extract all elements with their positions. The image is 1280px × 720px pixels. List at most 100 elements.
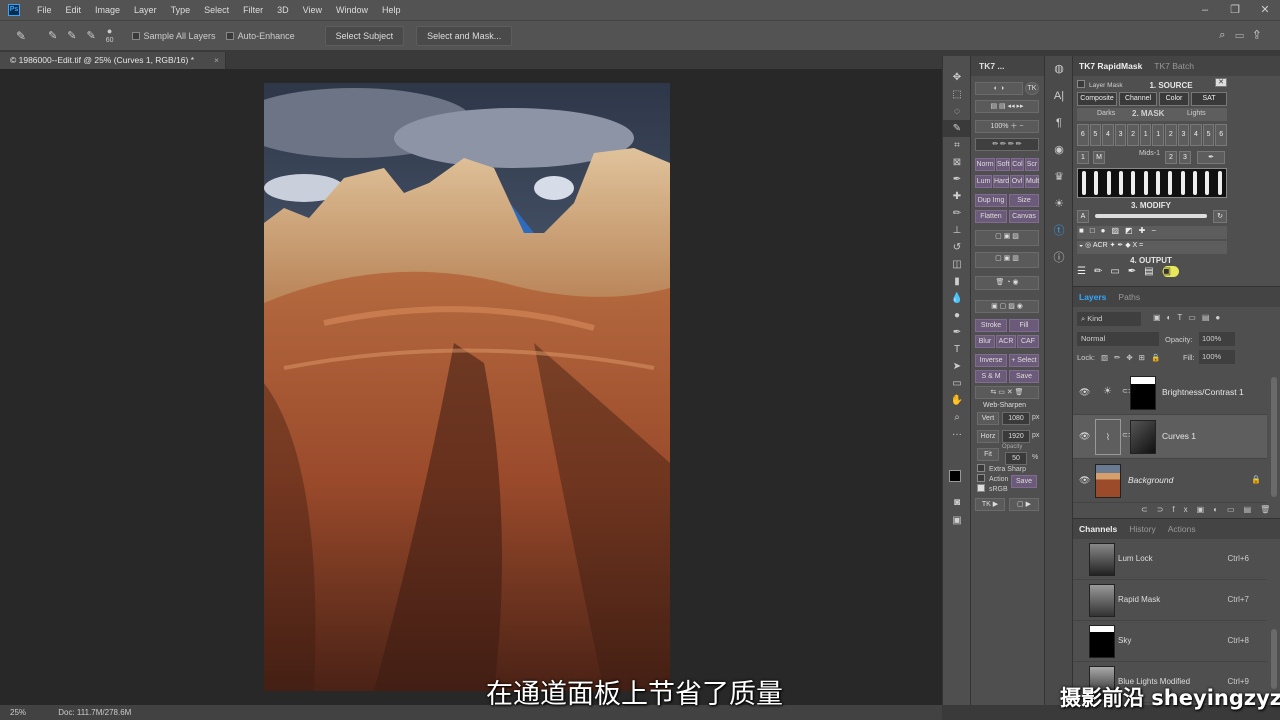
zoom-tool-icon[interactable]: ⌕: [943, 409, 971, 426]
tk-blur-button[interactable]: Blur: [975, 335, 995, 348]
light-4-button[interactable]: 4: [1190, 124, 1202, 146]
lock-icons[interactable]: ▨✏✥⊞🔒: [1101, 353, 1166, 362]
tk-lum-button[interactable]: Lum: [975, 175, 992, 188]
action-checkbox[interactable]: Action: [977, 474, 1008, 483]
dodge-tool-icon[interactable]: ●: [943, 307, 971, 324]
tab-channels[interactable]: Channels: [1073, 524, 1123, 534]
close-source-button[interactable]: ✕: [1215, 78, 1227, 87]
vert-button[interactable]: Vert: [977, 412, 999, 425]
select-subject-button[interactable]: Select Subject: [324, 25, 405, 46]
auto-enhance-checkbox[interactable]: Auto-Enhance: [225, 31, 295, 41]
document-image[interactable]: [264, 83, 670, 691]
brush-size-picker[interactable]: ● 60: [106, 26, 114, 45]
doc-size-info[interactable]: Doc: 111.7M/278.6M: [58, 708, 131, 717]
tk-lock-play-button[interactable]: ▢ ▶: [1009, 498, 1039, 511]
mask-swatch-bar[interactable]: [1077, 168, 1227, 198]
vert-value-field[interactable]: 1080: [1002, 412, 1030, 425]
layer-row[interactable]: 👁 ⌇ ⊂⊃ Curves 1: [1073, 415, 1267, 459]
layer-thumbnail[interactable]: [1095, 464, 1121, 498]
zoom-level[interactable]: 25%: [10, 708, 26, 717]
menu-edit[interactable]: Edit: [59, 5, 89, 15]
eraser-tool-icon[interactable]: ◫: [943, 256, 971, 273]
healing-brush-tool-icon[interactable]: ✚: [943, 188, 971, 205]
tk-small-icons[interactable]: ▣ ▢ ▨ ◉: [975, 300, 1039, 313]
modify-icon-row-2[interactable]: ◒ ◎ ACR ✦ ✒ ◆ X =: [1077, 241, 1227, 254]
move-tool-icon[interactable]: ✥: [943, 69, 971, 86]
web-sharpen-save-button[interactable]: Save: [1011, 475, 1037, 488]
menu-view[interactable]: View: [296, 5, 329, 15]
modify-a-button[interactable]: A: [1077, 210, 1089, 223]
menu-window[interactable]: Window: [329, 5, 375, 15]
rectangle-tool-icon[interactable]: ▭: [943, 375, 971, 392]
tk-save-button[interactable]: Save: [1009, 370, 1039, 383]
blur-tool-icon[interactable]: 💧: [943, 290, 971, 307]
hand-tool-icon[interactable]: ✋: [943, 392, 971, 409]
tk-inverse-button[interactable]: Inverse: [975, 354, 1007, 367]
channels-scrollbar[interactable]: [1271, 629, 1277, 689]
modify-icon-row[interactable]: ■□●▨◩✚−: [1077, 226, 1227, 239]
tk-scr-button[interactable]: Scr: [1025, 158, 1039, 171]
brush-settings-icon[interactable]: ♛: [1045, 164, 1073, 191]
sun-icon[interactable]: ☀: [1045, 191, 1073, 218]
mid-1-button[interactable]: 1: [1077, 151, 1089, 164]
brush-tool-icon[interactable]: ✏: [943, 205, 971, 222]
source-composite-button[interactable]: Composite: [1077, 92, 1117, 106]
light-6-button[interactable]: 6: [1215, 124, 1227, 146]
tk-acr-button[interactable]: ACR: [996, 335, 1016, 348]
layer-mask-thumbnail[interactable]: [1130, 376, 1156, 410]
swatches-icon[interactable]: ◉: [1045, 137, 1073, 164]
new-selection-icon[interactable]: ✎: [48, 29, 57, 42]
maximize-button[interactable]: ❐: [1220, 0, 1250, 20]
tk-ovl-button[interactable]: Ovl: [1010, 175, 1024, 188]
quick-mask-icon[interactable]: ◙: [943, 494, 971, 511]
clone-stamp-tool-icon[interactable]: ⊥: [943, 222, 971, 239]
light-2-button[interactable]: 2: [1165, 124, 1177, 146]
document-tab[interactable]: © 1986000--Edit.tif @ 25% (Curves 1, RGB…: [0, 52, 226, 69]
minimize-button[interactable]: –: [1190, 0, 1220, 20]
search-icon[interactable]: ⌕: [1219, 29, 1235, 41]
lasso-tool-icon[interactable]: ◌: [943, 103, 971, 120]
tk-size-button[interactable]: Size: [1009, 194, 1039, 207]
tab-history[interactable]: History: [1123, 524, 1161, 534]
menu-select[interactable]: Select: [197, 5, 236, 15]
darks-label[interactable]: Darks: [1097, 110, 1115, 117]
tab-paths[interactable]: Paths: [1112, 292, 1146, 302]
paragraph-icon[interactable]: ¶: [1045, 110, 1073, 137]
foreground-color-swatch[interactable]: [949, 470, 961, 482]
light-5-button[interactable]: 5: [1202, 124, 1215, 146]
tk-brush-buttons[interactable]: ✏ ✏ ✏ ✏: [975, 138, 1039, 151]
screen-mode-icon[interactable]: ▣: [943, 512, 971, 529]
quick-selection-tool-icon[interactable]: ✎: [16, 29, 26, 43]
layer-footer-icons[interactable]: ⊂⊃fx▣◐▭▤🗑: [1141, 505, 1279, 514]
tk-hard-button[interactable]: Hard: [993, 175, 1009, 188]
opacity-field[interactable]: 100%: [1199, 332, 1235, 346]
crop-tool-icon[interactable]: ⌗: [943, 137, 971, 154]
channel-row[interactable]: Sky Ctrl+8: [1073, 621, 1267, 662]
tk-layer-icons[interactable]: ▢ ▣ ▨: [975, 230, 1039, 246]
tk-logo-icon[interactable]: TK: [1025, 82, 1039, 95]
light-1-button[interactable]: 1: [1152, 124, 1165, 146]
menu-type[interactable]: Type: [164, 5, 198, 15]
layer-mask-thumbnail[interactable]: [1130, 420, 1156, 454]
source-color-button[interactable]: Color: [1159, 92, 1189, 106]
tk-stroke-button[interactable]: Stroke: [975, 319, 1007, 332]
tk-run-button[interactable]: TK ▶: [975, 498, 1005, 511]
tk-percent-button[interactable]: 100% ＋ −: [975, 120, 1039, 133]
sample-all-layers-checkbox[interactable]: Sample All Layers: [131, 31, 216, 41]
quick-selection-tool-icon[interactable]: ✎: [943, 120, 971, 137]
more-tools-icon[interactable]: ···: [943, 426, 971, 443]
tk-canvas-button[interactable]: Canvas: [1009, 210, 1039, 223]
dark-5-button[interactable]: 5: [1089, 124, 1102, 146]
horz-value-field[interactable]: 1920: [1002, 430, 1030, 443]
layer-name[interactable]: Background: [1128, 475, 1173, 485]
subtract-selection-icon[interactable]: ✎: [87, 29, 96, 42]
fill-field[interactable]: 100%: [1199, 350, 1235, 364]
tab-tk7-batch[interactable]: TK7 Batch: [1148, 61, 1200, 71]
eyedropper-button[interactable]: ✒: [1197, 151, 1225, 164]
add-to-selection-icon[interactable]: ✎: [67, 29, 76, 42]
close-window-button[interactable]: ✕: [1250, 0, 1280, 20]
tk-s-and-m-button[interactable]: S & M: [975, 370, 1007, 383]
gradient-tool-icon[interactable]: ▮: [943, 273, 971, 290]
layer-filter-icons[interactable]: ▣◐T▭▤●: [1153, 313, 1226, 322]
lights-label[interactable]: Lights: [1187, 110, 1206, 117]
